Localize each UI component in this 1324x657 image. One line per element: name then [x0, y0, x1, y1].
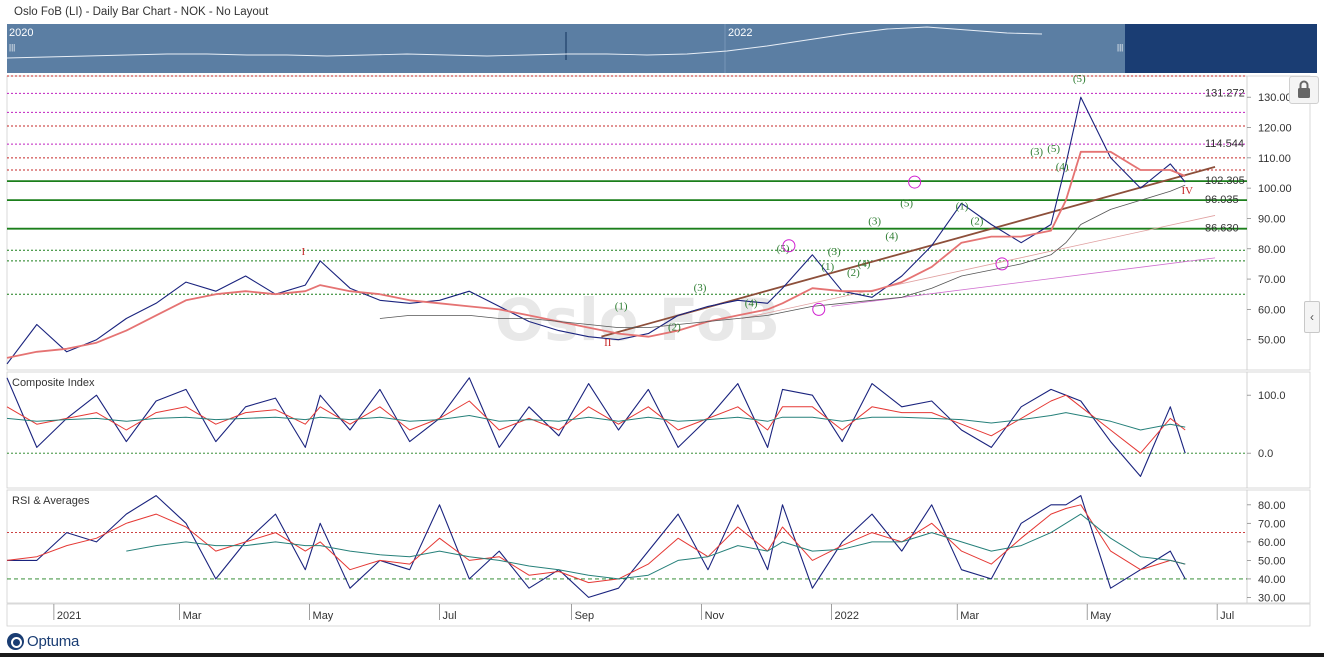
- y-tick-label: 120.00: [1258, 123, 1292, 135]
- level-label: 96.035: [1205, 194, 1239, 206]
- wave-label: (3): [1030, 146, 1043, 158]
- x-tick-label: Mar: [960, 610, 979, 622]
- level-label: 114.544: [1205, 138, 1244, 150]
- wave-label: IV: [1181, 185, 1193, 197]
- chevron-left-icon: ‹: [1310, 310, 1314, 324]
- lock-button[interactable]: [1289, 76, 1319, 104]
- panel-title: RSI & Averages: [12, 495, 90, 507]
- y-tick-label: 50.00: [1258, 335, 1286, 347]
- wave-label: (2): [847, 267, 860, 279]
- x-tick-label: May: [1090, 610, 1111, 622]
- y-tick-label: 50.00: [1258, 555, 1286, 567]
- x-axis: 2021 Mar May Jul Sep Nov 2022 Mar May Jul: [6, 603, 1311, 627]
- collapse-panel-button[interactable]: ‹: [1304, 301, 1320, 333]
- y-tick-label: 30.00: [1258, 592, 1286, 604]
- y-tick-label: 80.00: [1258, 244, 1286, 256]
- x-tick-label: May: [313, 610, 334, 622]
- wave-label: (5): [1073, 73, 1086, 85]
- price-panel[interactable]: 130.00 120.00 110.00 100.00 90.00 80.00 70.00 6…: [6, 73, 1311, 371]
- x-tick-label: Jul: [443, 610, 457, 622]
- y-tick-label: 80.00: [1258, 500, 1286, 512]
- x-tick-label: 2021: [57, 610, 81, 622]
- y-tick-label: 60.00: [1258, 537, 1286, 549]
- wave-label: (4): [885, 231, 898, 243]
- wave-label: (1): [956, 200, 969, 212]
- y-tick-label: 70.00: [1258, 274, 1286, 286]
- wave-label: (3): [868, 216, 881, 228]
- wave-label: (4): [1056, 161, 1069, 173]
- optuma-logo-icon: [7, 632, 24, 650]
- y-tick-label: 100.00: [1258, 183, 1292, 195]
- composite-panel[interactable]: 100.0 0.0 Composite Index: [6, 371, 1311, 489]
- x-tick-label: Mar: [183, 610, 202, 622]
- wave-label: (1): [615, 300, 628, 312]
- wave-label: (3): [694, 282, 707, 294]
- y-tick-label: 90.00: [1258, 213, 1286, 225]
- wave-label: (1): [821, 261, 834, 273]
- level-label: 86.630: [1205, 223, 1239, 235]
- y-tick-label: 70.00: [1258, 518, 1286, 530]
- watermark-text: Oslo FoB: [495, 286, 780, 354]
- x-axis-band: [6, 603, 1311, 627]
- wave-label: (3): [828, 246, 841, 258]
- x-tick-label: 2022: [835, 610, 859, 622]
- wave-label: (2): [668, 322, 681, 334]
- wave-label: II: [604, 337, 612, 349]
- y-tick-label: 110.00: [1258, 153, 1291, 165]
- y-tick-label: 40.00: [1258, 574, 1286, 586]
- y-tick-label: 100.0: [1258, 390, 1286, 402]
- panel-frame: [6, 371, 1311, 489]
- lock-icon: [1298, 80, 1310, 98]
- chart-canvas[interactable]: 130.00 120.00 110.00 100.00 90.00 80.00 70.00 6…: [0, 0, 1324, 657]
- optuma-logo: Optuma: [7, 630, 79, 652]
- x-tick-label: Nov: [705, 610, 725, 622]
- y-tick-label: 60.00: [1258, 304, 1286, 316]
- logo-text: Optuma: [27, 632, 80, 650]
- level-label: 102.305: [1205, 175, 1245, 187]
- panel-title: Composite Index: [12, 377, 95, 389]
- wave-label: (4): [745, 297, 758, 309]
- rsi-panel[interactable]: 80.00 70.00 60.00 50.00 40.00 30.00 RSI & Aver…: [6, 489, 1311, 604]
- wave-label: (5): [900, 197, 913, 209]
- x-tick-label: Jul: [1220, 610, 1234, 622]
- y-tick-label: 0.0: [1258, 448, 1273, 460]
- wave-label: (2): [971, 216, 984, 228]
- wave-label: (5): [1047, 143, 1060, 155]
- x-tick-label: Sep: [575, 610, 595, 622]
- wave-label: I: [302, 246, 306, 258]
- window-bottom-border: [0, 653, 1324, 657]
- level-label: 131.272: [1205, 87, 1245, 99]
- y-tick-label: 130.00: [1258, 92, 1292, 104]
